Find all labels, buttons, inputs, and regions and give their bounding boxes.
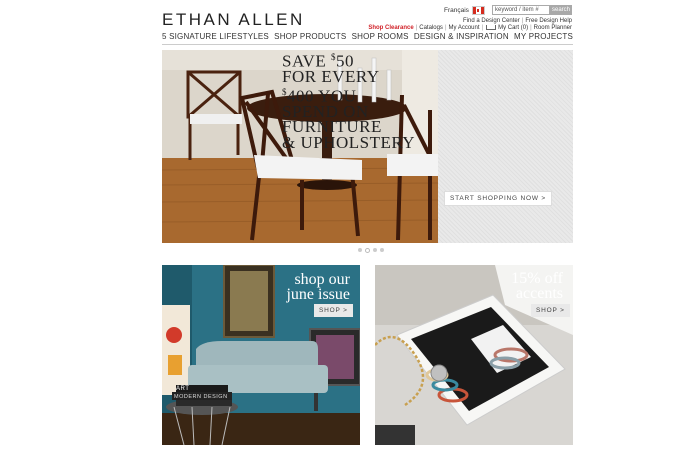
nav-item-my-projects[interactable]: MY PROJECTS — [514, 32, 573, 44]
book-title-art: ART — [176, 386, 190, 392]
main-nav: 5 SIGNATURE LIFESTYLES SHOP PRODUCTS SHO… — [162, 32, 573, 44]
accents-shop-button[interactable]: SHOP > — [531, 304, 570, 317]
nav-item-shop-products[interactable]: SHOP PRODUCTS — [274, 32, 346, 44]
language-switch[interactable]: Français — [444, 6, 485, 15]
canada-flag-icon[interactable] — [471, 6, 485, 15]
search-input[interactable]: keyword / item # — [492, 5, 550, 15]
accents-title-line2: accents — [515, 285, 563, 302]
shop-clearance-link[interactable]: Shop Clearance — [368, 25, 413, 31]
book-title-modern-design: MODERN DESIGN — [174, 394, 228, 400]
carousel-dot[interactable] — [358, 248, 362, 252]
nav-item-signature-lifestyles[interactable]: 5 SIGNATURE LIFESTYLES — [162, 32, 269, 44]
room-planner-link[interactable]: Room Planner — [534, 25, 572, 31]
june-issue-title[interactable]: shop our june issue — [286, 271, 350, 303]
free-design-help-link[interactable]: Free Design Help — [525, 18, 572, 24]
promo-line-upholstery: & UPHOLSTERY — [282, 132, 416, 152]
june-issue-card[interactable]: ART MODERN DESIGN shop our june issue SH… — [162, 265, 360, 445]
carousel-dots — [358, 248, 384, 253]
nav-item-shop-rooms[interactable]: SHOP ROOMS — [352, 32, 409, 44]
search-button[interactable]: search — [550, 5, 572, 15]
carousel-dot-active[interactable] — [365, 248, 370, 253]
my-account-link[interactable]: My Account — [449, 25, 480, 31]
promo-headline[interactable]: SAVE $50 FOR EVERY $400 YOU SPEND ON FUR… — [282, 50, 416, 152]
carousel-dot[interactable] — [373, 248, 377, 252]
find-design-center-link[interactable]: Find a Design Center — [463, 18, 520, 24]
divider: | — [481, 25, 484, 32]
utility-links-top: Find a Design Center | Free Design Help — [463, 18, 572, 24]
cart-icon[interactable] — [486, 25, 497, 30]
accents-title[interactable]: 15% off accents — [511, 270, 563, 302]
my-cart-link[interactable]: My Cart (0) — [498, 25, 528, 31]
start-shopping-button[interactable]: START SHOPPING NOW > — [444, 191, 552, 206]
page: ETHAN ALLEN Français keyword / item # se… — [0, 0, 700, 460]
june-issue-title-line2: june issue — [286, 286, 350, 303]
catalogs-link[interactable]: Catalogs — [419, 25, 443, 31]
carousel-dot[interactable] — [380, 248, 384, 252]
june-issue-title-line1: shop our — [294, 271, 350, 288]
accents-title-line1: 15% off — [511, 270, 563, 287]
brand-logo[interactable]: ETHAN ALLEN — [162, 10, 305, 30]
language-label[interactable]: Français — [444, 7, 469, 14]
utility-links-bottom: Shop Clearance | Catalogs | My Account | My Ca… — [368, 25, 572, 31]
accents-card[interactable]: 15% off accents SHOP > — [375, 265, 573, 445]
june-issue-shop-button[interactable]: SHOP > — [314, 304, 353, 317]
divider: | — [444, 25, 447, 32]
promo-panel[interactable] — [438, 50, 573, 243]
divider: | — [530, 25, 532, 32]
nav-item-design-inspiration[interactable]: DESIGN & INSPIRATION — [414, 32, 509, 44]
divider: | — [415, 25, 418, 32]
divider: | — [521, 18, 524, 24]
nav-divider — [162, 44, 573, 45]
promo-line-for-every: FOR EVERY — [282, 67, 380, 87]
